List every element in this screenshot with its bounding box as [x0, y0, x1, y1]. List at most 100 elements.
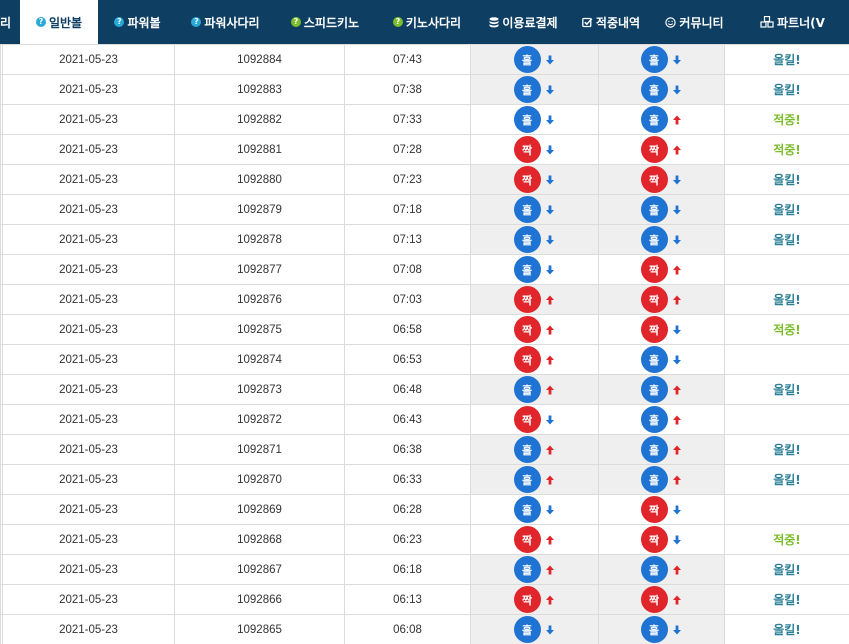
round-cell: 1092882	[174, 104, 345, 135]
arrow-down-icon	[672, 325, 681, 334]
outcome-cell	[724, 254, 849, 285]
outcome-cell: 올킬!	[724, 554, 849, 585]
nav-item-7[interactable]: 적중내역	[569, 0, 653, 44]
pick-b-result-cell: 홀	[598, 194, 725, 225]
pick-b-result-cell: 짝	[598, 134, 725, 165]
time-cell: 06:58	[344, 314, 471, 345]
pick-b-result: 홀	[640, 106, 683, 133]
nav-item-label: 리	[0, 15, 12, 30]
nav-item-4[interactable]: ? 스피드키노	[274, 0, 376, 44]
pick-a-result-cell: 홀	[470, 434, 599, 465]
pick-a-result-cell: 홀	[470, 464, 599, 495]
question-circle-icon: ?	[114, 17, 125, 27]
time-cell: 07:18	[344, 194, 471, 225]
pick-a-result: 홀	[513, 46, 556, 73]
odd-ball: 홀	[513, 196, 541, 223]
pick-a-result-cell: 홀	[470, 554, 599, 585]
date-cell: 2021-05-23	[2, 284, 175, 315]
even-ball: 짝	[513, 406, 541, 433]
checkbox-icon	[582, 17, 593, 28]
table-row: 2021-05-23 1092881 07:28 짝 짝 적중!	[0, 134, 849, 165]
odd-ball: 홀	[513, 106, 541, 133]
round-cell: 1092876	[174, 284, 345, 315]
outcome-cell: 올킬!	[724, 284, 849, 315]
arrow-up-icon	[672, 265, 681, 274]
nav-item-0[interactable]: 리	[0, 0, 20, 44]
even-ball: 짝	[640, 526, 668, 553]
odd-ball: 홀	[513, 436, 541, 463]
arrow-down-icon	[672, 175, 681, 184]
pick-b-result-cell: 짝	[598, 584, 725, 615]
pick-a-result: 짝	[513, 526, 556, 553]
arrow-up-icon	[545, 385, 554, 394]
date-cell: 2021-05-23	[2, 584, 175, 615]
round-cell: 1092879	[174, 194, 345, 225]
arrow-up-icon	[545, 475, 554, 484]
time-cell: 06:43	[344, 404, 471, 435]
pick-a-result-cell: 홀	[470, 224, 599, 255]
date-cell: 2021-05-23	[2, 44, 175, 75]
arrow-down-icon	[672, 55, 681, 64]
outcome-cell: 적중!	[724, 314, 849, 345]
nav-item-label: 이용료결제	[502, 15, 558, 30]
outcome-text: 올킬!	[773, 83, 801, 97]
time-cell: 06:13	[344, 584, 471, 615]
arrow-up-icon	[672, 445, 681, 454]
arrow-down-icon	[545, 55, 554, 64]
arrow-down-icon	[672, 355, 681, 364]
outcome-text: 적중!	[773, 533, 801, 547]
round-cell: 1092870	[174, 464, 345, 495]
pick-a-result: 홀	[513, 556, 556, 583]
pick-b-result: 짝	[640, 496, 683, 523]
pick-b-result: 짝	[640, 316, 683, 343]
nav-item-2[interactable]: ? 파워볼	[98, 0, 177, 44]
round-cell: 1092883	[174, 74, 345, 105]
even-ball: 짝	[513, 136, 541, 163]
nav-item-3[interactable]: ? 파워사다리	[177, 0, 274, 44]
odd-ball: 홀	[513, 556, 541, 583]
arrow-up-icon	[672, 475, 681, 484]
arrow-up-icon	[545, 295, 554, 304]
nav-item-8[interactable]: 커뮤니티	[653, 0, 736, 44]
nav-item-label: 키노사다리	[405, 15, 462, 30]
outcome-cell: 올킬!	[724, 464, 849, 495]
table-row: 2021-05-23 1092867 06:18 홀 홀 올킬!	[0, 554, 849, 585]
nav-item-6[interactable]: 이용료결제	[478, 0, 569, 44]
pick-b-result: 짝	[640, 166, 683, 193]
odd-ball: 홀	[640, 376, 668, 403]
pick-a-result: 짝	[513, 346, 556, 373]
arrow-down-icon	[672, 205, 681, 214]
arrow-down-icon	[545, 625, 554, 634]
odd-ball: 홀	[513, 226, 541, 253]
arrow-up-icon	[672, 565, 681, 574]
odd-ball: 홀	[640, 406, 668, 433]
time-cell: 07:28	[344, 134, 471, 165]
pick-a-result-cell: 홀	[470, 374, 599, 405]
nav-item-label: 커뮤니티	[679, 15, 724, 30]
nav-item-5[interactable]: ? 키노사다리	[376, 0, 478, 44]
outcome-cell: 올킬!	[724, 44, 849, 75]
outcome-cell: 올킬!	[724, 224, 849, 255]
round-cell: 1092884	[174, 44, 345, 75]
arrow-up-icon	[672, 295, 681, 304]
outcome-text: 올킬!	[773, 563, 801, 577]
pick-a-result-cell: 홀	[470, 44, 599, 75]
outcome-cell: 적중!	[724, 524, 849, 555]
database-icon	[489, 16, 499, 28]
pick-a-result-cell: 짝	[470, 284, 599, 315]
nav-item-1[interactable]: ? 일반볼	[20, 0, 98, 44]
odd-ball: 홀	[513, 46, 541, 73]
pick-b-result: 짝	[640, 526, 683, 553]
question-circle-icon: ?	[392, 17, 403, 27]
arrow-down-icon	[545, 205, 554, 214]
date-cell: 2021-05-23	[2, 404, 175, 435]
nav-item-9[interactable]: 파트너(V	[736, 0, 849, 44]
even-ball: 짝	[513, 316, 541, 343]
date-cell: 2021-05-23	[2, 374, 175, 405]
odd-ball: 홀	[640, 46, 668, 73]
outcome-text: 올킬!	[773, 293, 801, 307]
odd-ball: 홀	[640, 436, 668, 463]
pick-a-result-cell: 홀	[470, 74, 599, 105]
pick-b-result-cell: 홀	[598, 614, 725, 644]
nav-item-label: 일반볼	[48, 15, 83, 30]
